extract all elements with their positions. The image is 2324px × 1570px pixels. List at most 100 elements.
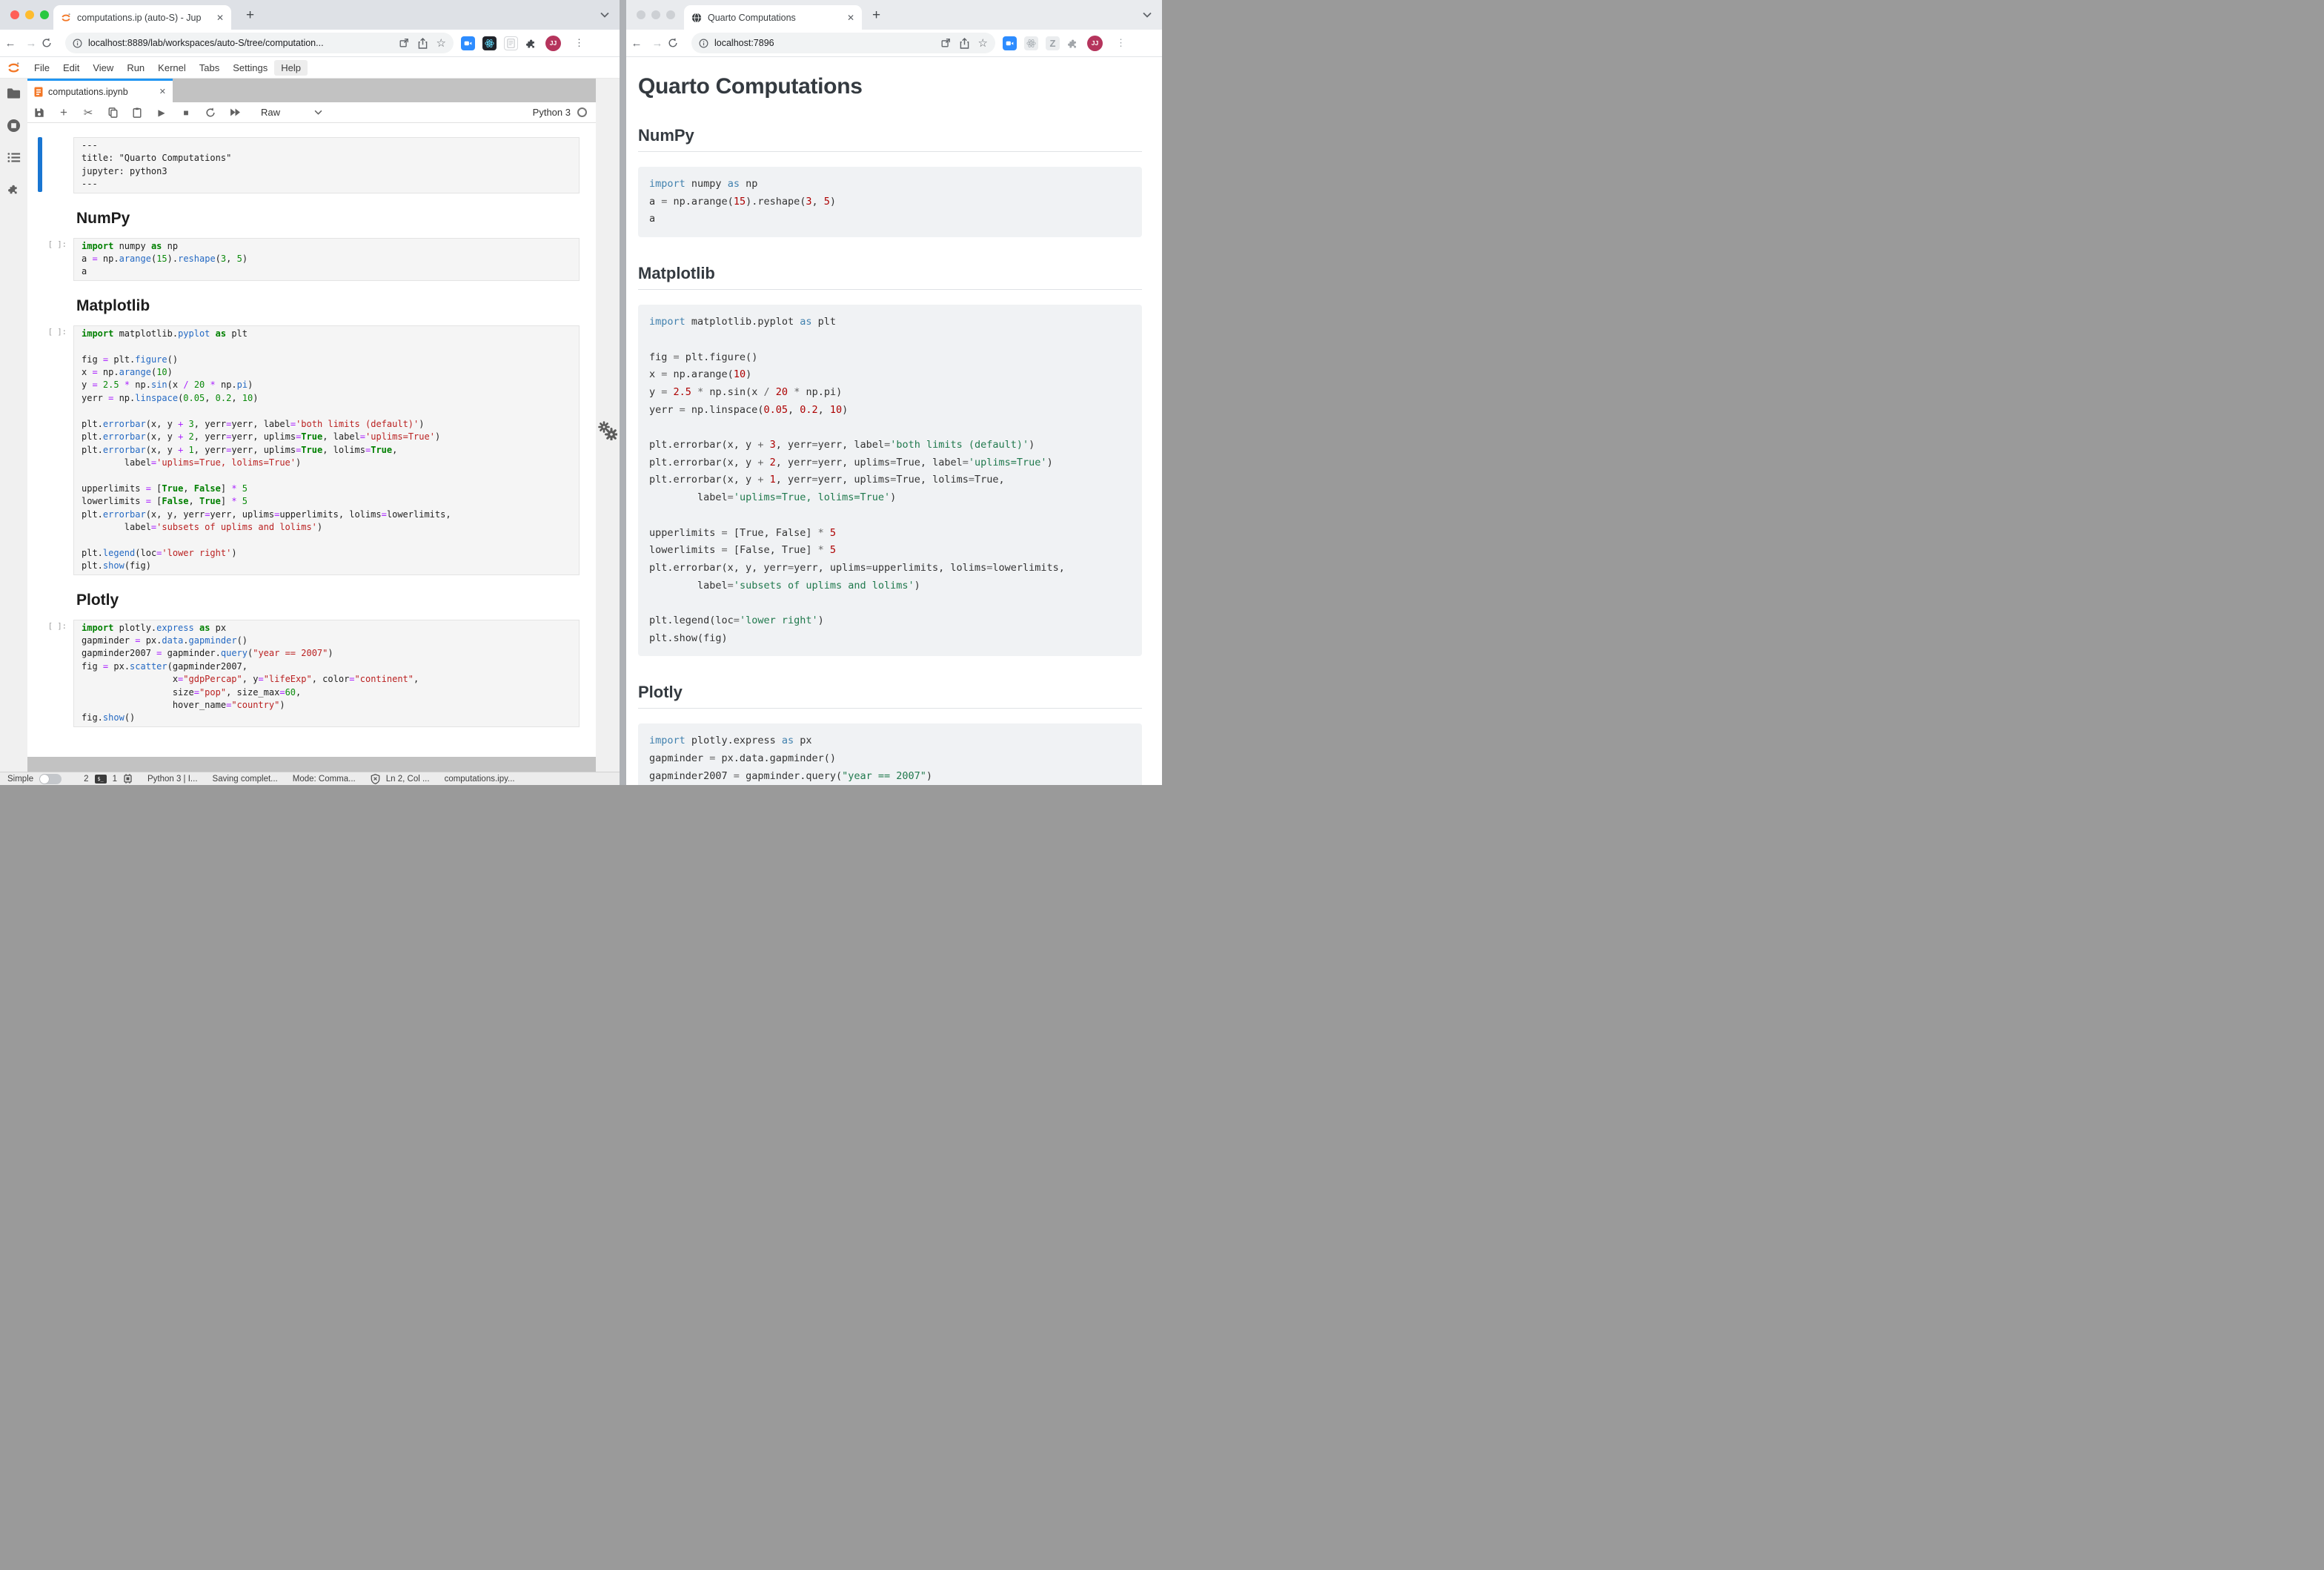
jupyter-favicon <box>61 13 71 23</box>
table-of-contents-icon[interactable] <box>7 152 21 163</box>
notebook-heading-matplotlib[interactable]: Matplotlib <box>76 297 596 315</box>
cut-cells-button[interactable]: ✂ <box>82 106 94 119</box>
property-inspector-gears-icon[interactable] <box>598 89 617 772</box>
back-icon[interactable]: ← <box>626 37 647 50</box>
window-divider <box>620 0 626 785</box>
copy-cells-button[interactable] <box>107 107 119 118</box>
z-extension-icon[interactable]: Z <box>1046 36 1060 50</box>
document-extension-icon[interactable] <box>504 36 518 50</box>
notebook-heading-plotly[interactable]: Plotly <box>76 592 596 609</box>
trust-shield-icon[interactable] <box>371 774 380 784</box>
restart-kernel-button[interactable] <box>205 107 216 118</box>
terminal-icon[interactable]: $_ <box>95 775 107 784</box>
cursor-position-text[interactable]: Ln 2, Col ... <box>386 775 430 784</box>
zoom-window-button[interactable] <box>666 10 675 19</box>
tab-close-icon[interactable]: ✕ <box>216 13 224 23</box>
raw-cell-frontmatter[interactable]: ---title: "Quarto Computations"jupyter: … <box>27 137 596 193</box>
selected-cell-bar <box>38 137 42 192</box>
kernel-indicator[interactable]: Python 3 <box>533 107 590 118</box>
address-bar[interactable]: localhost:8889/lab/workspaces/auto-S/tre… <box>65 33 454 53</box>
menu-item-file[interactable]: File <box>27 60 56 76</box>
code-cell-matplotlib[interactable]: [ ]:import matplotlib.pyplot as plt fig … <box>27 325 596 575</box>
browser-tab-jupyter[interactable]: computations.ip (auto-S) - Jup ✕ <box>53 5 231 30</box>
save-button[interactable] <box>33 107 45 118</box>
puzzle-extensions-icon[interactable] <box>525 37 538 50</box>
paste-cells-button[interactable] <box>131 107 143 118</box>
menu-item-settings[interactable]: Settings <box>226 60 274 76</box>
menu-item-help[interactable]: Help <box>274 60 308 76</box>
menu-item-kernel[interactable]: Kernel <box>151 60 193 76</box>
run-cell-button[interactable]: ▶ <box>156 107 167 118</box>
profile-avatar[interactable]: JJ <box>545 36 561 51</box>
restart-run-all-button[interactable] <box>229 108 241 116</box>
share-icon[interactable] <box>418 38 428 49</box>
extension-manager-icon[interactable] <box>7 182 21 196</box>
browser-tab-quarto[interactable]: Quarto Computations ✕ <box>684 5 862 30</box>
kernel-status-text[interactable]: Python 3 | I... <box>147 775 198 784</box>
reload-icon[interactable] <box>668 38 688 48</box>
code-cell-plotly[interactable]: [ ]:import plotly.express as pxgapminder… <box>27 620 596 727</box>
page-title: Quarto Computations <box>638 74 1142 99</box>
notebook-heading-numpy[interactable]: NumPy <box>76 210 596 228</box>
reload-icon[interactable] <box>42 38 62 48</box>
code-cell-numpy[interactable]: [ ]:import numpy as npa = np.arange(15).… <box>27 238 596 281</box>
status-bar: Simple 2 $_ 1 Python 3 | I... Saving com… <box>0 772 620 785</box>
notebook-bottom-band <box>27 757 596 772</box>
site-info-icon[interactable] <box>699 39 708 48</box>
interrupt-kernel-button[interactable]: ■ <box>180 107 192 118</box>
simple-mode-toggle[interactable] <box>39 774 62 784</box>
menu-item-run[interactable]: Run <box>120 60 151 76</box>
tab-close-icon[interactable]: ✕ <box>847 13 854 23</box>
browser-menu-icon[interactable]: ⋮ <box>1116 37 1126 49</box>
back-icon[interactable]: ← <box>0 37 21 50</box>
quarto-browser-window: Quarto Computations ✕ + ← → localhost:78… <box>626 0 1162 785</box>
running-kernels-icon[interactable] <box>7 119 21 133</box>
notebook-file-icon <box>34 87 43 97</box>
react-devtools-extension-icon[interactable] <box>482 36 497 50</box>
puzzle-extensions-icon[interactable] <box>1067 37 1080 50</box>
saving-status-text: Saving complet... <box>213 775 278 784</box>
open-in-new-icon[interactable] <box>399 38 409 48</box>
code-block-numpy: import numpy as npa = np.arange(15).resh… <box>638 167 1142 237</box>
bookmark-star-icon[interactable]: ☆ <box>978 36 988 50</box>
right-sidebar <box>596 79 620 772</box>
notebook-tab-close-icon[interactable]: ✕ <box>159 87 166 96</box>
minimize-window-button[interactable] <box>651 10 660 19</box>
zoom-extension-icon[interactable] <box>1003 36 1017 50</box>
open-in-new-icon[interactable] <box>940 38 951 48</box>
react-devtools-extension-icon[interactable] <box>1024 36 1038 50</box>
kernel-chip-icon[interactable] <box>123 774 133 784</box>
bookmark-star-icon[interactable]: ☆ <box>436 36 446 50</box>
notebook-tab[interactable]: computations.ipynb ✕ <box>27 79 173 102</box>
site-info-icon[interactable] <box>73 39 82 48</box>
close-window-button[interactable] <box>10 10 19 19</box>
right-titlebar: Quarto Computations ✕ + <box>626 0 1162 30</box>
forward-icon[interactable]: → <box>21 37 42 50</box>
menu-item-view[interactable]: View <box>86 60 120 76</box>
browser-menu-icon[interactable]: ⋮ <box>574 37 584 49</box>
kernel-status-icon <box>577 107 587 117</box>
share-icon[interactable] <box>960 38 969 49</box>
new-tab-button[interactable]: + <box>872 7 880 24</box>
cell-type-select[interactable]: Raw <box>261 107 322 118</box>
tab-search-chevron-icon[interactable] <box>600 12 609 18</box>
menu-item-edit[interactable]: Edit <box>56 60 86 76</box>
notebook-toolbar: + ✂ ▶ ■ Raw <box>27 102 596 123</box>
new-tab-button[interactable]: + <box>246 7 254 24</box>
tab-search-chevron-icon[interactable] <box>1143 12 1152 18</box>
file-browser-icon[interactable] <box>7 87 21 99</box>
zoom-extension-icon[interactable] <box>461 36 475 50</box>
zoom-window-button[interactable] <box>40 10 49 19</box>
command-mode-text[interactable]: Mode: Comma... <box>293 775 356 784</box>
close-window-button[interactable] <box>637 10 645 19</box>
notebook-tab-title: computations.ipynb <box>48 87 154 97</box>
insert-cell-button[interactable]: + <box>58 105 70 120</box>
right-url-row: ← → localhost:7896 ☆ <box>626 30 1162 57</box>
jupyterlab-menu-bar: FileEditViewRunKernelTabsSettingsHelp <box>0 57 620 79</box>
jupyterlab-browser-window: computations.ip (auto-S) - Jup ✕ + ← → l… <box>0 0 620 785</box>
address-bar[interactable]: localhost:7896 ☆ <box>691 33 995 53</box>
forward-icon[interactable]: → <box>647 37 668 50</box>
profile-avatar[interactable]: JJ <box>1087 36 1103 51</box>
menu-item-tabs[interactable]: Tabs <box>193 60 226 76</box>
minimize-window-button[interactable] <box>25 10 34 19</box>
